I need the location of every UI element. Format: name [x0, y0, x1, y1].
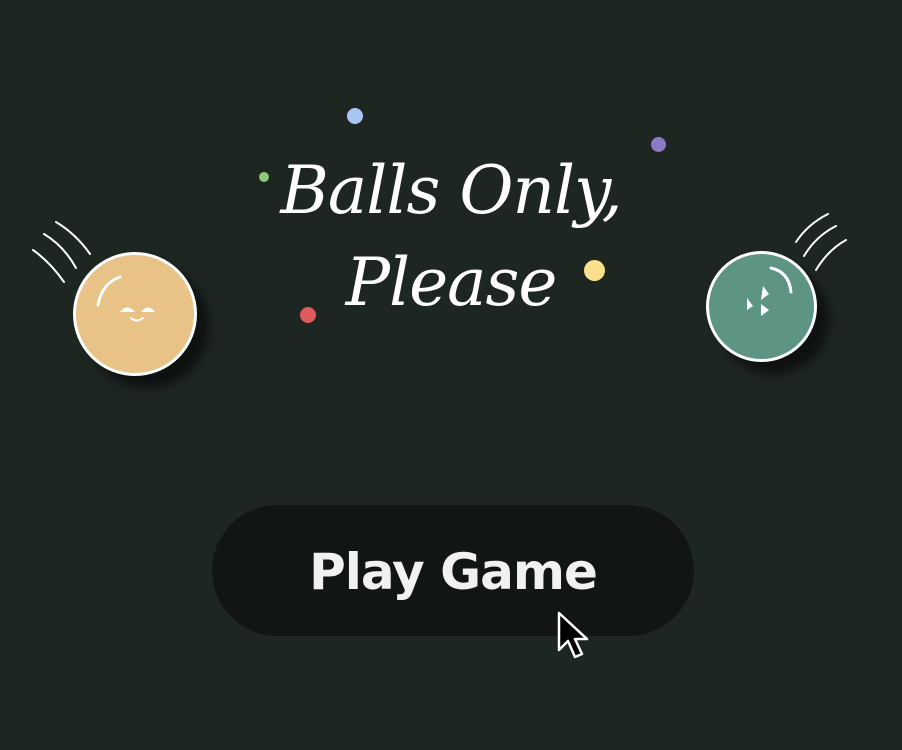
- play-game-button[interactable]: Play Game: [212, 505, 694, 636]
- game-title-line-1: Balls Only,: [280, 152, 622, 229]
- green-ball: [706, 251, 817, 362]
- cool-face-icon: [747, 266, 793, 316]
- confetti-dot: [651, 137, 666, 152]
- play-game-button-label: Play Game: [309, 542, 598, 601]
- arrow-cursor-icon: [556, 610, 590, 660]
- happy-face-icon: [96, 275, 155, 322]
- title-screen: Balls Only, Please Play Game: [0, 0, 902, 750]
- yellow-ball: [73, 252, 197, 376]
- confetti-dot: [347, 108, 363, 124]
